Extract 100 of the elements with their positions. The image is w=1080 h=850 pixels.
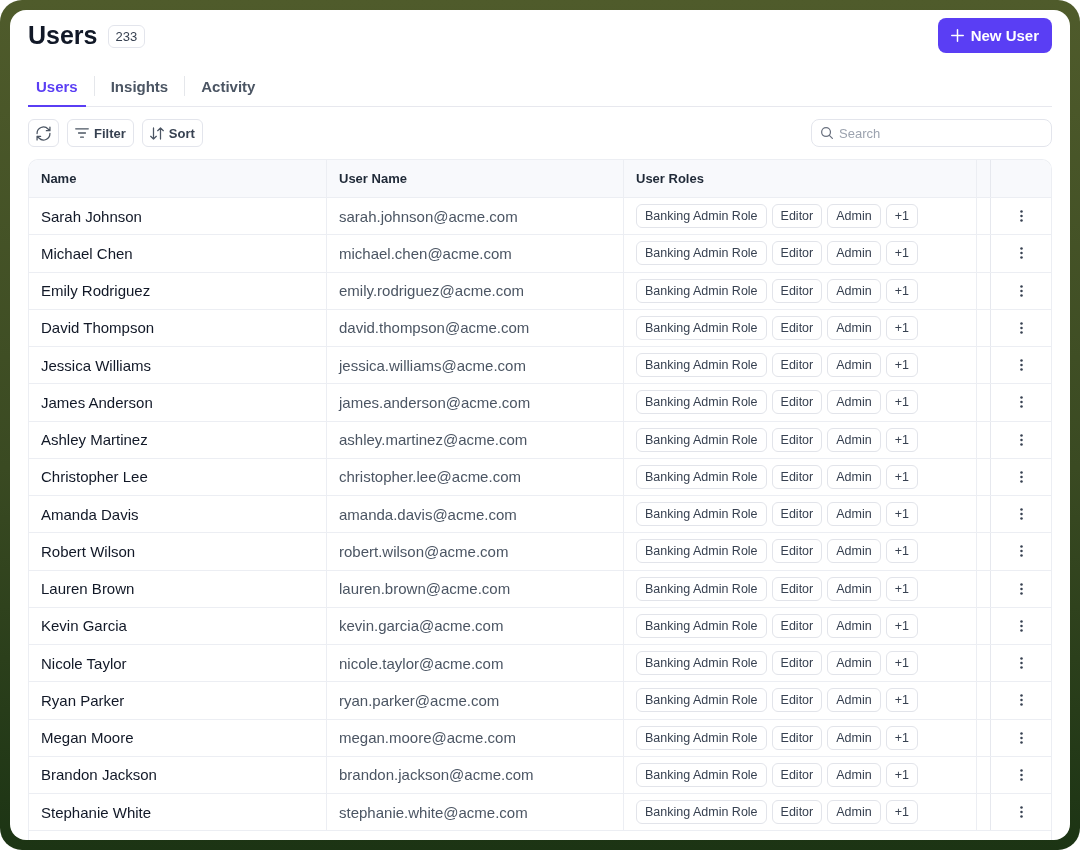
more-roles-tag[interactable]: +1 (885, 539, 918, 564)
plus-icon (950, 29, 964, 42)
new-user-button[interactable]: New User (937, 18, 1052, 53)
name-cell: Stephanie White (41, 803, 152, 821)
username-cell: sarah.johnson@acme.com (339, 207, 518, 225)
refresh-button[interactable] (28, 119, 59, 147)
role-tag: Admin (827, 576, 881, 601)
more-roles-tag[interactable]: +1 (885, 315, 918, 340)
role-tag: Banking Admin Role (636, 539, 767, 564)
more-roles-tag[interactable]: +1 (885, 613, 918, 638)
count-badge: 233 (107, 24, 146, 48)
username-cell: michael.chen@acme.com (339, 244, 512, 262)
role-tag: Banking Admin Role (636, 688, 767, 713)
column-header[interactable]: User Roles (636, 171, 704, 186)
role-tag: Banking Admin Role (636, 353, 767, 378)
name-cell: Lauren Brown (41, 580, 135, 598)
search-icon (821, 127, 833, 139)
more-roles-tag[interactable]: +1 (885, 390, 918, 415)
tab[interactable]: Users (28, 65, 86, 107)
more-roles-tag[interactable]: +1 (885, 762, 918, 787)
role-tag: Editor (771, 651, 823, 676)
search-field[interactable]: Search (811, 119, 1052, 147)
role-tag: Editor (771, 613, 823, 638)
more-roles-tag[interactable]: +1 (885, 427, 918, 452)
username-cell: ryan.parker@acme.com (339, 691, 500, 709)
role-tag: Editor (771, 464, 823, 489)
more-roles-tag[interactable]: +1 (885, 502, 918, 527)
role-tag: Editor (771, 576, 823, 601)
refresh-icon (36, 125, 51, 141)
more-roles-tag[interactable]: +1 (885, 800, 918, 825)
name-cell: Brandon Jackson (41, 766, 157, 784)
kebab-icon (1019, 768, 1023, 781)
kebab-icon (1019, 508, 1023, 521)
role-tag: Banking Admin Role (636, 427, 767, 452)
role-tag: Admin (827, 315, 881, 340)
role-tag: Editor (771, 353, 823, 378)
role-tag: Banking Admin Role (636, 278, 767, 303)
role-tag: Admin (827, 613, 881, 638)
username-cell: james.anderson@acme.com (339, 393, 531, 411)
role-tag: Editor (771, 427, 823, 452)
kebab-icon (1019, 619, 1023, 632)
more-roles-tag[interactable]: +1 (885, 353, 918, 378)
role-tag: Banking Admin Role (636, 762, 767, 787)
filter-icon (75, 128, 89, 138)
role-tag: Admin (827, 688, 881, 713)
more-roles-tag[interactable]: +1 (885, 278, 918, 303)
filter-button[interactable]: Filter (67, 119, 134, 147)
username-cell: david.thompson@acme.com (339, 319, 530, 337)
sort-button[interactable]: Sort (141, 119, 203, 147)
role-tag: Admin (827, 390, 881, 415)
role-tag: Editor (771, 315, 823, 340)
kebab-icon (1019, 210, 1023, 223)
column-header[interactable]: Name (41, 171, 77, 186)
username-cell: kevin.garcia@acme.com (339, 617, 504, 635)
username-cell: jessica.williams@acme.com (339, 356, 526, 374)
role-tag: Banking Admin Role (636, 800, 767, 825)
name-cell: Jessica Williams (41, 356, 151, 374)
role-tag: Admin (827, 278, 881, 303)
tab[interactable]: Activity (193, 65, 264, 107)
kebab-icon (1019, 396, 1023, 409)
role-tag: Editor (771, 278, 823, 303)
name-cell: Emily Rodriguez (41, 282, 151, 300)
more-roles-tag[interactable]: +1 (885, 204, 918, 229)
more-roles-tag[interactable]: +1 (885, 241, 918, 266)
kebab-icon (1019, 433, 1023, 446)
role-tag: Editor (771, 241, 823, 266)
username-cell: ashley.martinez@acme.com (339, 431, 528, 449)
tab[interactable]: Insights (102, 65, 177, 107)
role-tag: Editor (771, 800, 823, 825)
role-tag: Banking Admin Role (636, 315, 767, 340)
role-tag: Admin (827, 353, 881, 378)
role-tag: Banking Admin Role (636, 651, 767, 676)
kebab-icon (1019, 545, 1023, 558)
role-tag: Admin (827, 204, 881, 229)
role-tag: Editor (771, 539, 823, 564)
name-cell: Ryan Parker (41, 691, 125, 709)
role-tag: Editor (771, 762, 823, 787)
kebab-icon (1019, 657, 1023, 670)
kebab-icon (1019, 731, 1023, 744)
username-cell: christopher.lee@acme.com (339, 468, 521, 486)
kebab-icon (1019, 694, 1023, 707)
role-tag: Banking Admin Role (636, 390, 767, 415)
column-header[interactable]: User Name (339, 171, 407, 186)
more-roles-tag[interactable]: +1 (885, 725, 918, 750)
role-tag: Admin (827, 241, 881, 266)
role-tag: Editor (771, 502, 823, 527)
role-tag: Editor (771, 725, 823, 750)
username-cell: megan.moore@acme.com (339, 729, 516, 747)
sort-icon (149, 126, 164, 140)
kebab-icon (1019, 321, 1023, 334)
more-roles-tag[interactable]: +1 (885, 651, 918, 676)
role-tag: Admin (827, 427, 881, 452)
kebab-icon (1019, 806, 1023, 819)
more-roles-tag[interactable]: +1 (885, 576, 918, 601)
more-roles-tag[interactable]: +1 (885, 464, 918, 489)
role-tag: Admin (827, 539, 881, 564)
more-roles-tag[interactable]: +1 (885, 688, 918, 713)
role-tag: Admin (827, 464, 881, 489)
name-cell: Megan Moore (41, 729, 134, 747)
role-tag: Banking Admin Role (636, 725, 767, 750)
